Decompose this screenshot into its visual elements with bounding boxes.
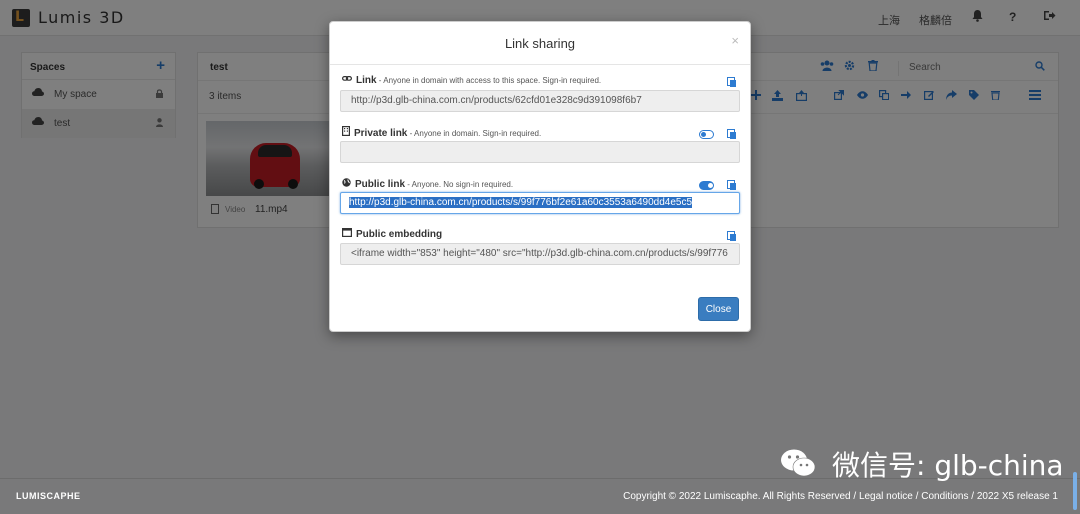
private-link-toggle[interactable] xyxy=(699,130,714,139)
link-sharing-dialog: Link sharing × Link - Anyone in domain w… xyxy=(329,21,751,332)
footer-separator: / xyxy=(912,491,922,502)
public-embedding-title: Public embedding xyxy=(356,229,443,240)
public-link-toggle[interactable] xyxy=(699,181,714,190)
window-icon xyxy=(342,228,353,239)
watermark: 微信号: glb-china xyxy=(832,449,1064,482)
private-link-field[interactable] xyxy=(340,141,740,163)
copy-link-icon[interactable] xyxy=(727,77,736,87)
link-description: - Anyone in domain with access to this s… xyxy=(376,76,602,85)
close-icon[interactable]: × xyxy=(731,33,739,48)
legal-notice-link[interactable]: Legal notice xyxy=(859,491,913,502)
release-text: / 2022 X5 release 1 xyxy=(968,491,1058,502)
close-button[interactable]: Close xyxy=(698,297,739,321)
private-link-title: Private link xyxy=(354,128,408,139)
conditions-link[interactable]: Conditions xyxy=(921,491,968,502)
link-title: Link xyxy=(356,75,377,86)
public-link-description: - Anyone. No sign-in required. xyxy=(405,180,514,189)
public-embedding-label: Public embedding xyxy=(342,228,442,240)
copy-public-link-icon[interactable] xyxy=(727,180,736,190)
scroll-indicator xyxy=(1073,472,1077,510)
globe-icon xyxy=(342,178,351,189)
footer-logo: LUMISCAPHE xyxy=(16,491,81,501)
link-icon xyxy=(342,74,353,85)
public-embedding-field[interactable]: <iframe width="853" height="480" src="ht… xyxy=(340,243,740,265)
public-link-label: Public link - Anyone. No sign-in require… xyxy=(342,178,513,190)
private-link-description: - Anyone in domain. Sign-in required. xyxy=(407,129,542,138)
building-icon xyxy=(342,126,351,138)
copyright-text: Copyright © 2022 Lumiscaphe. All Rights … xyxy=(623,491,859,502)
public-link-title: Public link xyxy=(355,179,406,190)
public-link-field[interactable]: http://p3d.glb-china.com.cn/products/s/9… xyxy=(340,192,740,214)
copy-private-link-icon[interactable] xyxy=(727,129,736,139)
copy-embedding-icon[interactable] xyxy=(727,231,736,241)
wechat-icon xyxy=(781,449,816,477)
link-field[interactable]: http://p3d.glb-china.com.cn/products/62c… xyxy=(340,90,740,112)
footer-text: Copyright © 2022 Lumiscaphe. All Rights … xyxy=(623,491,1058,502)
public-link-value: http://p3d.glb-china.com.cn/products/s/9… xyxy=(349,197,693,208)
toggle-knob xyxy=(701,132,706,137)
dialog-title: Link sharing xyxy=(504,36,576,51)
dialog-header: Link sharing × xyxy=(330,22,750,65)
private-link-label: Private link - Anyone in domain. Sign-in… xyxy=(342,126,541,139)
link-label: Link - Anyone in domain with access to t… xyxy=(342,74,601,86)
toggle-knob xyxy=(708,183,713,188)
